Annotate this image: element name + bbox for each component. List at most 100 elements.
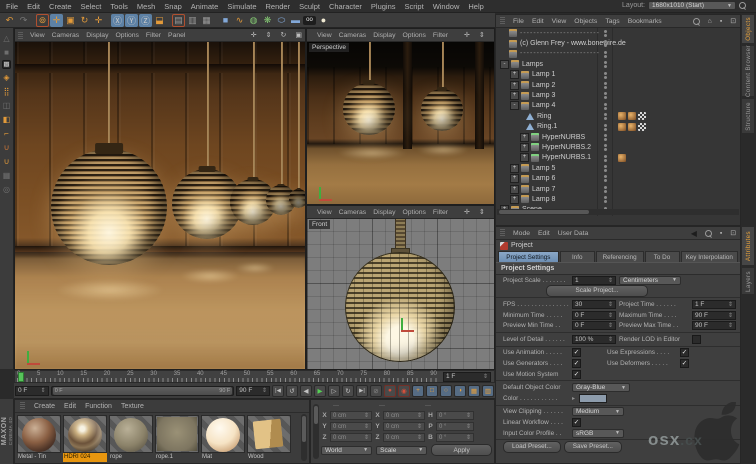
- coordinate-scrollbar[interactable]: [313, 404, 319, 459]
- key-rotation-toggle[interactable]: ○: [440, 385, 452, 397]
- save-preset-button[interactable]: Save Preset...: [564, 441, 622, 453]
- playhead[interactable]: [18, 372, 24, 382]
- lock-x-axis[interactable]: Ⓧ: [111, 14, 124, 27]
- expander[interactable]: +: [520, 143, 529, 152]
- lock-z-axis[interactable]: Ⓩ: [139, 14, 152, 27]
- expander[interactable]: +: [510, 185, 519, 194]
- texture-mode-button[interactable]: ▩: [2, 60, 11, 69]
- last-tool-button[interactable]: ✛: [92, 14, 105, 27]
- vp-menu-view[interactable]: View: [30, 32, 45, 39]
- render-view-button[interactable]: ▤: [172, 14, 185, 27]
- frame-step-field[interactable]: 1 F⇕: [443, 372, 491, 382]
- tab-project-settings[interactable]: Project Settings: [498, 251, 559, 262]
- autokeying-button[interactable]: ◉: [398, 385, 410, 397]
- attr-menu-edit[interactable]: Edit: [538, 230, 550, 237]
- viewport-main[interactable]: View Cameras Display Options Filter Pane…: [14, 28, 306, 370]
- menu-character[interactable]: Character: [329, 2, 362, 11]
- tree-row-lamp-4[interactable]: -Lamp 4: [496, 101, 740, 111]
- linear-workflow-checkbox[interactable]: ✓: [572, 418, 581, 427]
- expander[interactable]: +: [510, 91, 519, 100]
- preview-range-slider[interactable]: 0 F 90 F: [51, 386, 235, 396]
- material-wood[interactable]: Wood: [247, 415, 291, 462]
- key-scale-toggle[interactable]: □: [426, 385, 438, 397]
- menu-mesh[interactable]: Mesh: [137, 2, 155, 11]
- size-y-field[interactable]: 0 cm⇕: [383, 422, 425, 431]
- preview-min-field[interactable]: 0 F⇕: [572, 321, 616, 330]
- search-icon[interactable]: [739, 2, 746, 9]
- scale-project-button[interactable]: Scale Project...: [546, 285, 648, 297]
- material-hdri-024[interactable]: HDRI 024: [63, 415, 107, 462]
- lock-workplane-button[interactable]: ◎: [1, 183, 13, 195]
- stepper-icon[interactable]: ⇕: [483, 373, 488, 380]
- play-reverse-button[interactable]: ↺: [286, 385, 298, 397]
- tree-row-ring-1[interactable]: Ring.1: [496, 122, 740, 132]
- lod-field[interactable]: 100 %⇕: [572, 335, 616, 344]
- vp-menu-display[interactable]: Display: [86, 32, 108, 39]
- vp-menu-view[interactable]: View: [317, 32, 332, 39]
- project-scale-field[interactable]: 1⇕: [572, 276, 616, 285]
- vp-menu-options[interactable]: Options: [115, 32, 138, 39]
- expand-arrow-icon[interactable]: ▸: [572, 395, 576, 402]
- autokey-button[interactable]: ⊘: [370, 385, 382, 397]
- timeline-ruler[interactable]: 0510 152025 303540 455055 606570 758085 …: [14, 370, 495, 383]
- object-manager-hscrollbar[interactable]: [497, 209, 739, 215]
- tab-info[interactable]: Info: [560, 251, 595, 262]
- toggle-view-icon[interactable]: ▣: [295, 31, 302, 39]
- default-color-dropdown[interactable]: Gray-Blue▼: [572, 383, 630, 392]
- om-menu-tags[interactable]: Tags: [605, 18, 619, 25]
- viewport-front[interactable]: View Cameras Display Options Filter ✛ ⇕ …: [306, 205, 495, 370]
- menu-simulate[interactable]: Simulate: [227, 2, 256, 11]
- input-profile-dropdown[interactable]: sRGB▼: [572, 429, 624, 438]
- vp-menu-filter[interactable]: Filter: [433, 32, 448, 39]
- vp-menu-filter[interactable]: Filter: [146, 32, 161, 39]
- prev-frame-button[interactable]: ◀: [300, 385, 312, 397]
- vp-menu-options[interactable]: Options: [402, 209, 425, 216]
- tree-row-lamp-8[interactable]: +Lamp 8: [496, 194, 740, 204]
- tree-row-credit[interactable]: (c) Glenn Frey - www.bonewire.de: [496, 38, 740, 48]
- search-icon[interactable]: [693, 18, 700, 25]
- tree-row-null-2[interactable]: ------------------------: [496, 49, 740, 59]
- uvw-tag-icon[interactable]: [638, 123, 646, 131]
- coordinate-system-button[interactable]: ⬓: [153, 14, 166, 27]
- size-z-field[interactable]: 0 cm⇕: [383, 433, 425, 442]
- keyframe-selection-toggle[interactable]: ▥: [482, 385, 494, 397]
- enable-axis-button[interactable]: ⌐: [1, 127, 13, 139]
- history-back-icon[interactable]: ◀: [691, 229, 697, 238]
- texture-tag-icon[interactable]: [618, 154, 626, 162]
- om-menu-objects[interactable]: Objects: [574, 18, 597, 25]
- points-mode-button[interactable]: ⣿: [1, 85, 13, 97]
- fps-field[interactable]: 30⇕: [572, 300, 616, 309]
- vp-menu-filter[interactable]: Filter: [433, 209, 448, 216]
- key-position-toggle[interactable]: +: [412, 385, 424, 397]
- zoom-icon[interactable]: ⇕: [479, 208, 485, 216]
- home-icon[interactable]: ⌂: [708, 18, 712, 25]
- panel-icon[interactable]: ⊡: [730, 229, 736, 237]
- om-menu-file[interactable]: File: [513, 18, 524, 25]
- live-selection-tool[interactable]: ⊚: [36, 14, 49, 27]
- coord-size-dropdown[interactable]: Scale▼: [376, 446, 427, 455]
- rot-b-field[interactable]: 0 °⇕: [436, 433, 474, 442]
- tab-attributes[interactable]: Attributes: [741, 226, 755, 266]
- workplane-mode-button[interactable]: ◈: [1, 71, 13, 83]
- add-spline-button[interactable]: ∿: [233, 14, 246, 27]
- menu-render[interactable]: Render: [266, 2, 291, 11]
- vp-menu-display[interactable]: Display: [373, 209, 395, 216]
- tab-content-browser[interactable]: Content Browser: [741, 45, 755, 97]
- texture-tag-icon[interactable]: [618, 112, 626, 120]
- tree-row-ring[interactable]: Ring: [496, 111, 740, 121]
- expander[interactable]: +: [520, 133, 529, 142]
- attr-menu-userdata[interactable]: User Data: [558, 230, 589, 237]
- redo-button[interactable]: ↷: [17, 14, 30, 27]
- render-settings-button[interactable]: ▦: [200, 14, 213, 27]
- menu-snap[interactable]: Snap: [164, 2, 182, 11]
- add-environment-button[interactable]: ▬: [289, 14, 302, 27]
- grip-icon[interactable]: [500, 17, 505, 25]
- project-time-field[interactable]: 1 F⇕: [692, 300, 736, 309]
- add-light-button[interactable]: ●: [317, 14, 330, 27]
- vp-menu-display[interactable]: Display: [373, 32, 395, 39]
- use-deformers-checkbox[interactable]: ✓: [680, 359, 689, 368]
- project-scale-unit-dropdown[interactable]: Centimeters▼: [619, 276, 681, 285]
- menu-sculpt[interactable]: Sculpt: [299, 2, 320, 11]
- mat-menu-texture[interactable]: Texture: [121, 403, 144, 410]
- expander[interactable]: +: [510, 81, 519, 90]
